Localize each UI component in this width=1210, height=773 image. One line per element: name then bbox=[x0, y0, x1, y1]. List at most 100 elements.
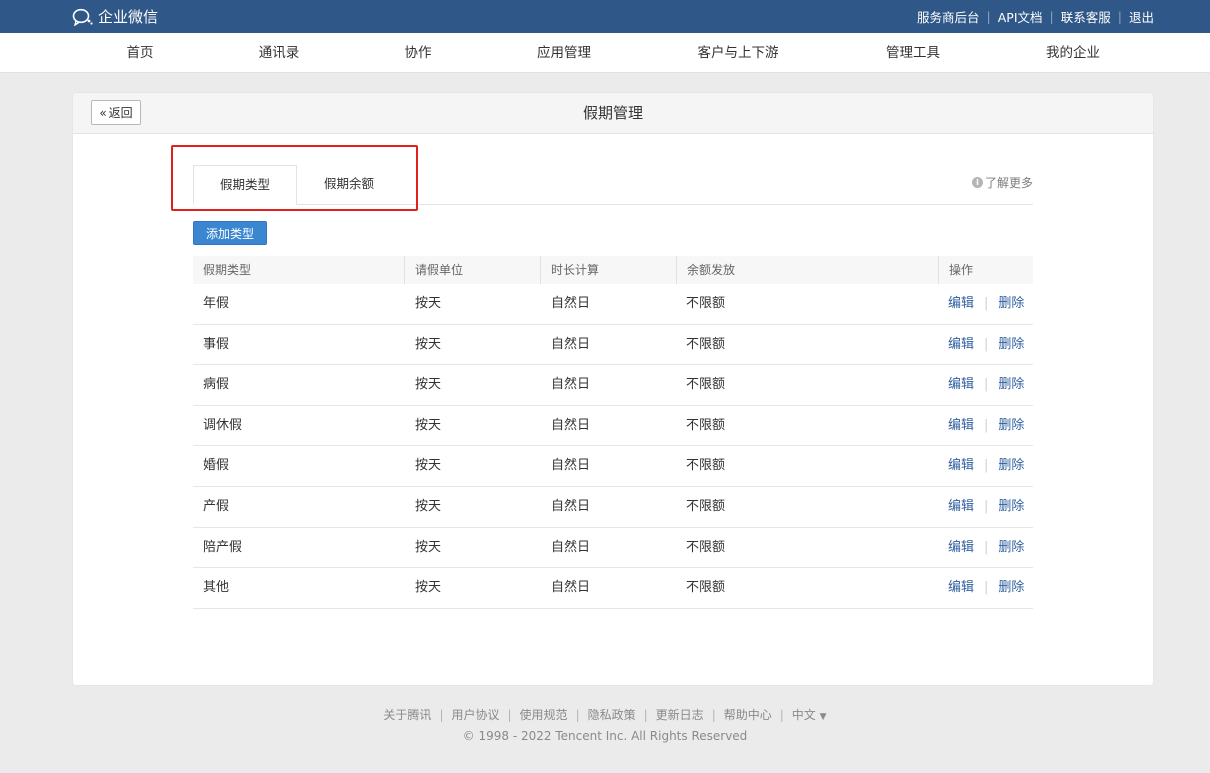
separator: | bbox=[984, 377, 989, 393]
cell-calc: 自然日 bbox=[551, 458, 591, 474]
card-header: « 返回 假期管理 bbox=[73, 93, 1153, 134]
nav-home[interactable]: 首页 bbox=[127, 33, 154, 73]
separator: | bbox=[1049, 9, 1054, 24]
cell-balance: 不限额 bbox=[686, 417, 726, 433]
learn-more-link[interactable]: i 了解更多 bbox=[971, 174, 1033, 191]
cell-calc: 自然日 bbox=[551, 417, 591, 433]
provider-console-link[interactable]: 服务商后台 bbox=[917, 7, 980, 26]
delete-button[interactable]: 删除 bbox=[998, 446, 1024, 486]
cell-unit: 按天 bbox=[415, 458, 442, 474]
nav-customers[interactable]: 客户与上下游 bbox=[698, 33, 779, 73]
cell-calc: 自然日 bbox=[551, 296, 591, 311]
cell-type: 病假 bbox=[203, 377, 230, 393]
cell-balance: 不限额 bbox=[686, 580, 726, 596]
header-actions: 操作 bbox=[938, 256, 1033, 284]
footer-privacy-link[interactable]: 隐私政策 bbox=[588, 706, 636, 723]
cell-balance: 不限额 bbox=[686, 377, 726, 393]
nav-collaboration[interactable]: 协作 bbox=[405, 33, 432, 73]
cell-balance: 不限额 bbox=[686, 539, 726, 555]
separator: | bbox=[643, 707, 648, 722]
cell-type: 事假 bbox=[203, 336, 230, 352]
delete-button[interactable]: 删除 bbox=[998, 568, 1024, 608]
separator: | bbox=[507, 707, 512, 722]
logout-link[interactable]: 退出 bbox=[1129, 7, 1154, 26]
cell-unit: 按天 bbox=[415, 539, 442, 555]
highlight-annotation bbox=[171, 145, 418, 211]
logo[interactable]: 企业微信 bbox=[72, 6, 158, 27]
row-actions: 编辑 | 删除 bbox=[948, 325, 1024, 365]
nav-app-management[interactable]: 应用管理 bbox=[537, 33, 591, 73]
delete-button[interactable]: 删除 bbox=[998, 325, 1024, 365]
separator: | bbox=[779, 707, 784, 722]
cell-unit: 按天 bbox=[415, 377, 442, 393]
page-title: 假期管理 bbox=[582, 104, 643, 122]
separator: | bbox=[984, 580, 989, 596]
footer-changelog-link[interactable]: 更新日志 bbox=[656, 706, 704, 723]
nav-contacts[interactable]: 通讯录 bbox=[259, 33, 300, 73]
caret-down-icon: ▼ bbox=[819, 712, 827, 722]
edit-button[interactable]: 编辑 bbox=[948, 284, 974, 324]
info-icon: i bbox=[971, 177, 983, 188]
main-nav: 首页 通讯录 协作 应用管理 客户与上下游 管理工具 我的企业 bbox=[0, 33, 1210, 73]
row-actions: 编辑 | 删除 bbox=[948, 528, 1024, 568]
cell-calc: 自然日 bbox=[551, 377, 591, 393]
header-balance: 余额发放 bbox=[676, 256, 938, 284]
logo-text: 企业微信 bbox=[98, 8, 159, 26]
separator: | bbox=[984, 539, 989, 555]
footer-help-link[interactable]: 帮助中心 bbox=[724, 706, 772, 723]
footer: 关于腾讯 | 用户协议 | 使用规范 | 隐私政策 | 更新日志 | 帮助中心 … bbox=[0, 706, 1210, 744]
cell-unit: 按天 bbox=[415, 296, 442, 311]
delete-button[interactable]: 删除 bbox=[998, 487, 1024, 527]
table-row: 婚假 按天 自然日 不限额 编辑 | 删除 bbox=[193, 446, 1033, 487]
contact-support-link[interactable]: 联系客服 bbox=[1061, 7, 1111, 26]
cell-calc: 自然日 bbox=[551, 539, 591, 555]
edit-button[interactable]: 编辑 bbox=[948, 406, 974, 446]
top-links: 服务商后台 | API文档 | 联系客服 | 退出 bbox=[917, 7, 1154, 26]
delete-button[interactable]: 删除 bbox=[998, 406, 1024, 446]
cell-unit: 按天 bbox=[415, 417, 442, 433]
edit-button[interactable]: 编辑 bbox=[948, 446, 974, 486]
row-actions: 编辑 | 删除 bbox=[948, 365, 1024, 405]
wecom-logo-icon bbox=[72, 8, 93, 26]
separator: | bbox=[986, 9, 991, 24]
delete-button[interactable]: 删除 bbox=[998, 528, 1024, 568]
header-leave-type: 假期类型 bbox=[203, 263, 252, 277]
cell-type: 调休假 bbox=[203, 417, 243, 433]
content-card: « 返回 假期管理 假期类型 假期余额 i 了解更多 添加类型 假期类型 请假单… bbox=[73, 93, 1153, 685]
nav-my-enterprise[interactable]: 我的企业 bbox=[1046, 33, 1100, 73]
table-row: 其他 按天 自然日 不限额 编辑 | 删除 bbox=[193, 568, 1033, 609]
separator: | bbox=[575, 707, 580, 722]
header-duration: 时长计算 bbox=[540, 256, 676, 284]
api-docs-link[interactable]: API文档 bbox=[998, 7, 1043, 26]
add-type-button[interactable]: 添加类型 bbox=[193, 221, 267, 245]
separator: | bbox=[984, 336, 989, 352]
separator: | bbox=[1117, 9, 1122, 24]
nav-management-tools[interactable]: 管理工具 bbox=[886, 33, 940, 73]
table-row: 事假 按天 自然日 不限额 编辑 | 删除 bbox=[193, 325, 1033, 366]
footer-about-link[interactable]: 关于腾讯 bbox=[383, 706, 431, 723]
cell-balance: 不限额 bbox=[686, 336, 726, 352]
language-selector[interactable]: 中文 ▼ bbox=[792, 706, 827, 723]
separator: | bbox=[984, 458, 989, 474]
separator: | bbox=[711, 707, 716, 722]
cell-calc: 自然日 bbox=[551, 336, 591, 352]
edit-button[interactable]: 编辑 bbox=[948, 487, 974, 527]
edit-button[interactable]: 编辑 bbox=[948, 325, 974, 365]
topbar: 企业微信 服务商后台 | API文档 | 联系客服 | 退出 bbox=[0, 0, 1210, 33]
row-actions: 编辑 | 删除 bbox=[948, 284, 1024, 324]
footer-links: 关于腾讯 | 用户协议 | 使用规范 | 隐私政策 | 更新日志 | 帮助中心 … bbox=[0, 706, 1210, 723]
cell-calc: 自然日 bbox=[551, 498, 591, 514]
footer-user-agreement-link[interactable]: 用户协议 bbox=[451, 706, 499, 723]
cell-unit: 按天 bbox=[415, 336, 442, 352]
table-header: 假期类型 请假单位 时长计算 余额发放 操作 bbox=[193, 256, 1033, 284]
delete-button[interactable]: 删除 bbox=[998, 365, 1024, 405]
cell-type: 产假 bbox=[203, 498, 230, 514]
footer-usage-rules-link[interactable]: 使用规范 bbox=[520, 706, 568, 723]
row-actions: 编辑 | 删除 bbox=[948, 568, 1024, 608]
edit-button[interactable]: 编辑 bbox=[948, 568, 974, 608]
table-row: 年假 按天 自然日 不限额 编辑 | 删除 bbox=[193, 284, 1033, 325]
edit-button[interactable]: 编辑 bbox=[948, 528, 974, 568]
edit-button[interactable]: 编辑 bbox=[948, 365, 974, 405]
delete-button[interactable]: 删除 bbox=[998, 284, 1024, 324]
cell-balance: 不限额 bbox=[686, 458, 726, 474]
